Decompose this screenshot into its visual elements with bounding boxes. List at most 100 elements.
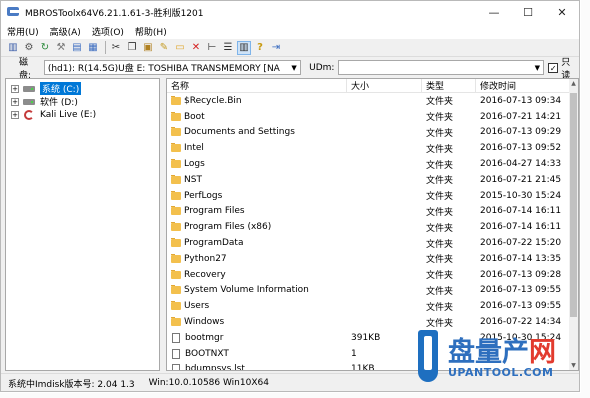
folder-icon xyxy=(171,143,181,153)
disk-label: 磁盘: xyxy=(19,57,32,81)
file-row[interactable]: System Volume Information 文件夹 2016-07-13 0… xyxy=(167,283,578,299)
paste-icon[interactable]: ▣ xyxy=(141,41,155,55)
file-icon xyxy=(172,332,180,343)
file-name-cell: $Recycle.Bin xyxy=(167,95,347,106)
file-name: Program Files xyxy=(184,206,245,217)
column-type[interactable]: 类型 xyxy=(422,79,476,93)
file-modified: 2016-07-21 14:21 xyxy=(480,111,562,122)
file-name: System Volume Information xyxy=(184,285,309,296)
file-name-cell: NST xyxy=(167,174,347,185)
menu-options[interactable]: 选项(O) xyxy=(92,25,124,38)
maximize-button[interactable]: ☐ xyxy=(511,1,545,23)
udm-select[interactable]: ▼ xyxy=(338,60,545,75)
tree-item-kali-e[interactable]: + Kali Live (E:) xyxy=(6,108,159,121)
disk-select[interactable]: (hd1): R(14.5G)U盘 E: TOSHIBA TRANSMEMORY… xyxy=(43,60,302,75)
tree-view-icon[interactable]: ⊢ xyxy=(205,41,219,55)
file-row[interactable]: Users 文件夹 2016-07-13 09:55 xyxy=(167,298,578,314)
minimize-button[interactable]: — xyxy=(477,1,511,23)
file-name: Program Files (x86) xyxy=(184,222,272,233)
watermark-logo: 盘量产网 UPANTOOL.COM xyxy=(418,330,584,388)
file-row[interactable]: Python27 文件夹 2016-07-14 13:35 xyxy=(167,251,578,267)
details-view-icon[interactable]: ▥ xyxy=(237,40,251,55)
folder-icon xyxy=(171,269,181,279)
backup-icon[interactable]: ▤ xyxy=(70,41,84,55)
new-folder-icon[interactable]: ▭ xyxy=(173,41,187,55)
file-row[interactable]: PerfLogs 文件夹 2015-10-30 15:24 xyxy=(167,188,578,204)
file-modified: 2016-07-13 09:29 xyxy=(480,127,562,138)
file-row[interactable]: Windows 文件夹 2016-07-22 14:34 xyxy=(167,314,578,330)
watermark-domain: UPANTOOL.COM xyxy=(448,366,554,379)
column-modified[interactable]: 修改时间 xyxy=(476,79,571,93)
expand-icon[interactable]: + xyxy=(11,110,19,119)
file-name: Recovery xyxy=(184,269,226,280)
file-type: 文件夹 xyxy=(426,128,454,139)
expand-icon[interactable]: + xyxy=(11,97,19,106)
file-row[interactable]: Documents and Settings 文件夹 2016-07-13 09:2… xyxy=(167,125,578,141)
scroll-thumb[interactable] xyxy=(570,93,577,317)
chevron-down-icon[interactable]: ▼ xyxy=(288,61,301,74)
file-name-cell: Windows xyxy=(167,317,347,327)
cut-icon[interactable]: ✂ xyxy=(109,41,123,55)
tree-item-software-d[interactable]: + 软件 (D:) xyxy=(6,95,159,108)
gear-icon[interactable]: ⚙ xyxy=(22,41,36,55)
file-row[interactable]: Logs 文件夹 2016-04-27 14:33 xyxy=(167,156,578,172)
file-name-cell: System Volume Information xyxy=(167,285,347,295)
file-modified: 2016-07-14 13:35 xyxy=(480,253,562,264)
status-imdisk-version: 系统中Imdisk版本号: 2.04 1.3 xyxy=(8,379,135,390)
file-row[interactable]: ProgramData 文件夹 2016-07-22 15:20 xyxy=(167,235,578,251)
file-name: bootmgr xyxy=(185,332,224,343)
file-type: 文件夹 xyxy=(426,318,454,329)
tools-icon[interactable]: ⚒ xyxy=(54,41,68,55)
folder-icon xyxy=(171,127,181,137)
exit-icon[interactable]: ⇥ xyxy=(269,41,283,55)
folder-icon xyxy=(171,159,181,169)
readonly-checkbox[interactable]: ✓ xyxy=(548,62,559,73)
menu-help[interactable]: 帮助(H) xyxy=(135,25,167,38)
drive-icon xyxy=(23,84,36,94)
chevron-down-icon[interactable]: ▼ xyxy=(531,61,544,74)
folder-icon xyxy=(171,285,181,295)
file-name-cell: Users xyxy=(167,301,347,311)
menu-common[interactable]: 常用(U) xyxy=(7,25,39,38)
drive-tree: + 系统 (C:) + 软件 (D:) + Kali Live (E:) xyxy=(5,78,160,371)
status-os-version: Win:10.0.10586 Win10X64 xyxy=(148,378,269,388)
copy-icon[interactable]: ❐ xyxy=(125,41,139,55)
file-name-cell: Logs xyxy=(167,159,347,169)
scroll-up-icon[interactable]: ▲ xyxy=(569,79,578,88)
list-view-icon[interactable]: ☰ xyxy=(221,41,235,55)
file-type: 文件夹 xyxy=(426,302,454,313)
refresh-icon[interactable]: ↻ xyxy=(38,41,52,55)
expand-icon[interactable]: + xyxy=(11,84,19,93)
file-row[interactable]: Intel 文件夹 2016-07-13 09:52 xyxy=(167,140,578,156)
file-row[interactable]: $Recycle.Bin 文件夹 2016-07-13 09:34 xyxy=(167,93,578,109)
folder-icon xyxy=(171,206,181,216)
book-icon[interactable]: ▥ xyxy=(6,41,20,55)
tree-item-label: 软件 (D:) xyxy=(40,98,78,108)
tree-item-system-c[interactable]: + 系统 (C:) xyxy=(6,82,159,95)
file-name: Documents and Settings xyxy=(184,127,295,138)
column-size[interactable]: 大小 xyxy=(347,79,422,93)
file-row[interactable]: Program Files (x86) 文件夹 2016-07-14 16:11 xyxy=(167,219,578,235)
file-row[interactable]: Program Files 文件夹 2016-07-14 16:11 xyxy=(167,204,578,220)
edit-icon[interactable]: ✎ xyxy=(157,41,171,55)
menu-bar: 常用(U) 高级(A) 选项(O) 帮助(H) xyxy=(1,23,579,39)
title-bar: MBROSToolx64V6.21.1.61-3-胜利版1201 — ☐ ✕ xyxy=(1,1,579,23)
file-type: 文件夹 xyxy=(426,176,454,187)
column-name[interactable]: 名称 xyxy=(167,79,347,93)
menu-advanced[interactable]: 高级(A) xyxy=(50,25,81,38)
file-name: Logs xyxy=(184,159,205,170)
vertical-scrollbar[interactable]: ▲ ▼ xyxy=(569,79,578,370)
file-name: Python27 xyxy=(184,253,227,264)
file-icon xyxy=(172,364,180,370)
help-icon[interactable]: ? xyxy=(253,41,267,55)
file-row[interactable]: NST 文件夹 2016-07-21 21:45 xyxy=(167,172,578,188)
delete-icon[interactable]: ✕ xyxy=(189,41,203,55)
file-row[interactable]: Recovery 文件夹 2016-07-13 09:28 xyxy=(167,267,578,283)
restore-icon[interactable]: ▦ xyxy=(86,41,100,55)
file-row[interactable]: Boot 文件夹 2016-07-21 14:21 xyxy=(167,109,578,125)
file-name-cell: BOOTNXT xyxy=(167,348,347,359)
file-name: PerfLogs xyxy=(184,190,223,201)
close-button[interactable]: ✕ xyxy=(545,1,579,23)
file-name: ProgramData xyxy=(184,238,244,249)
folder-icon xyxy=(171,317,181,327)
